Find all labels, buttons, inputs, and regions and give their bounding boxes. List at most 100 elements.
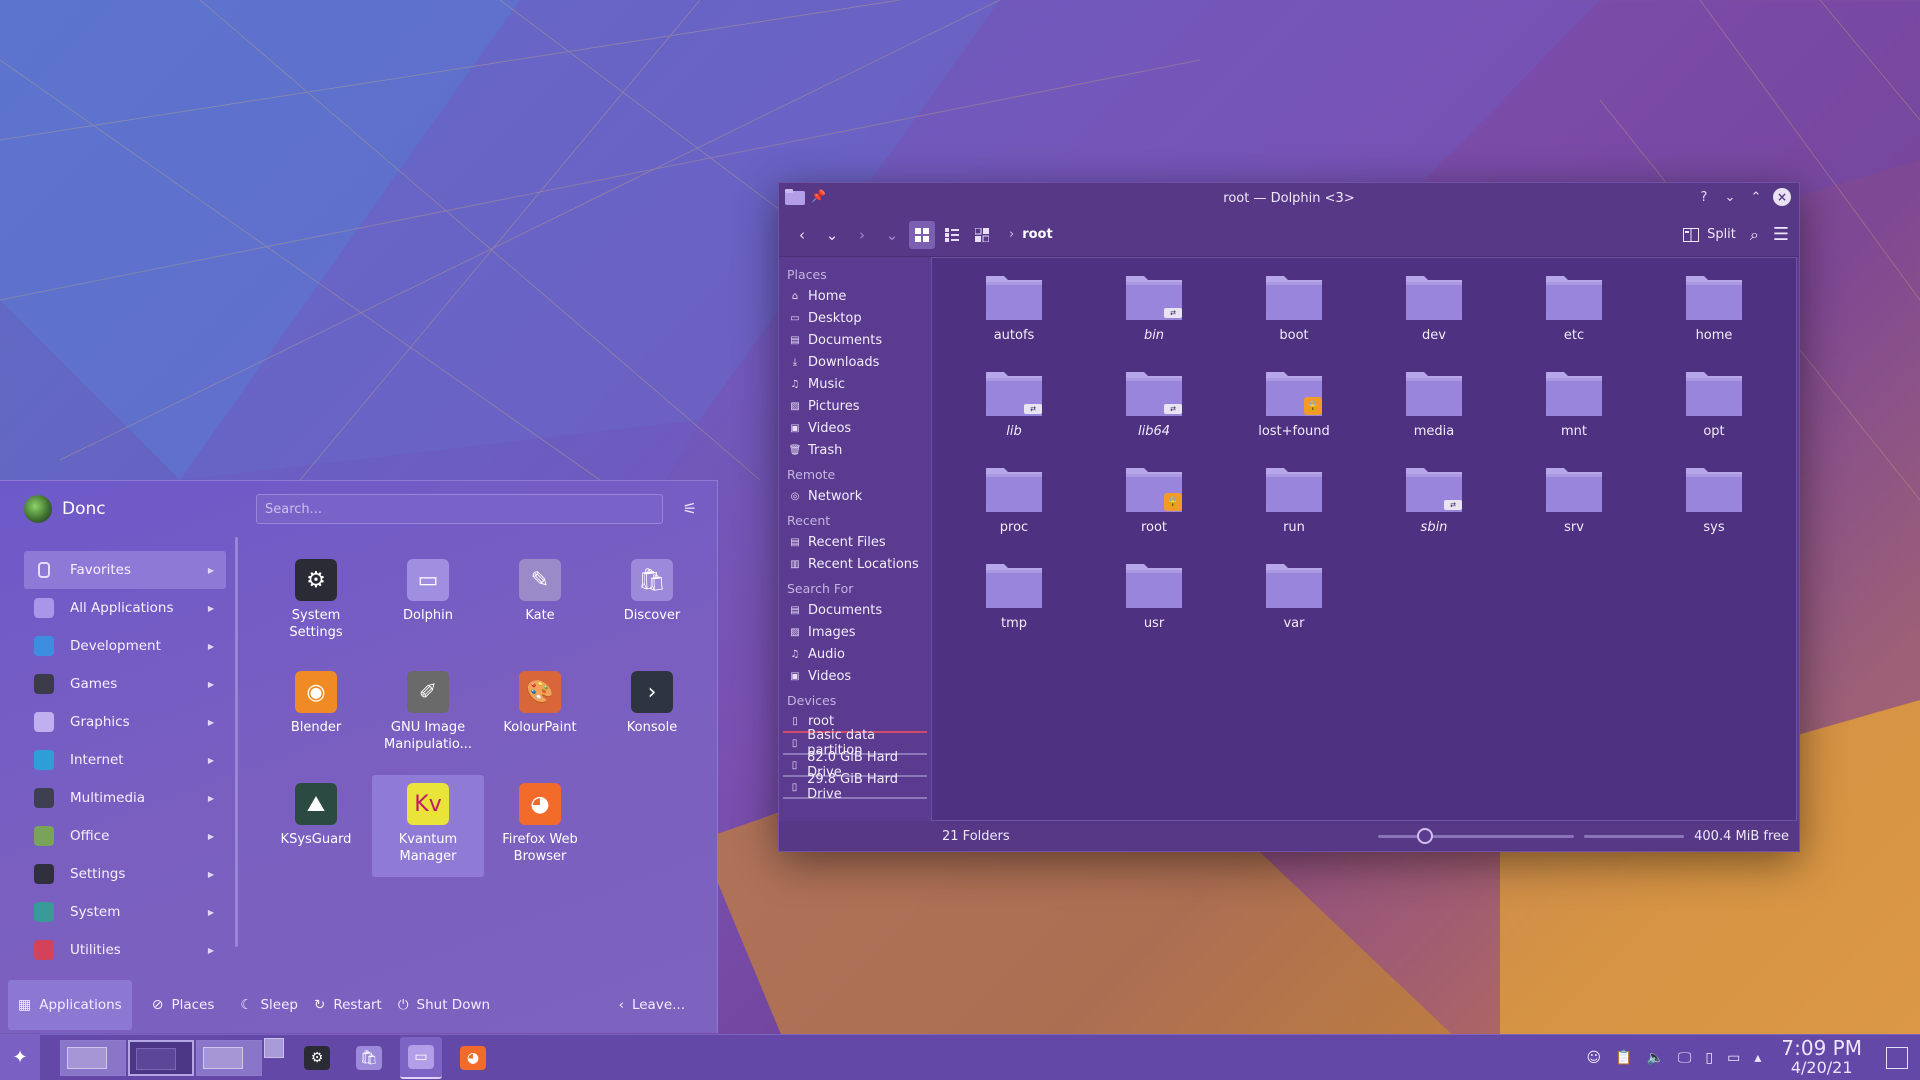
- folder-item[interactable]: autofs: [944, 270, 1084, 352]
- app-tile[interactable]: ✐ GNU Image Manipulatio...: [372, 663, 484, 765]
- close-icon[interactable]: ×: [1773, 188, 1791, 206]
- dolphin-task[interactable]: ▭: [400, 1036, 442, 1079]
- places-item[interactable]: ▯ 29.8 GiB Hard Drive: [783, 772, 927, 802]
- folder-item[interactable]: ⇄ bin: [1084, 270, 1224, 352]
- places-item[interactable]: ▥ Recent Locations: [783, 553, 927, 575]
- places-item[interactable]: 🗑 Trash: [783, 439, 927, 461]
- icons-view-icon[interactable]: [909, 220, 935, 249]
- accessibility-icon[interactable]: ☺: [1586, 1050, 1601, 1066]
- folder-item[interactable]: home: [1644, 270, 1784, 352]
- category-item[interactable]: All Applications ▶: [24, 589, 226, 627]
- minimize-icon[interactable]: ⌄: [1721, 188, 1739, 206]
- folder-item[interactable]: dev: [1364, 270, 1504, 352]
- category-item[interactable]: Utilities ▶: [24, 931, 226, 969]
- folder-item[interactable]: ⇄ sbin: [1364, 462, 1504, 544]
- tray-expand-icon[interactable]: ▴: [1754, 1050, 1761, 1066]
- category-item[interactable]: Multimedia ▶: [24, 779, 226, 817]
- app-tile[interactable]: ◕ Firefox Web Browser: [484, 775, 596, 877]
- show-desktop-button[interactable]: [1886, 1046, 1908, 1069]
- back-history-chevron-icon[interactable]: ⌄: [819, 221, 845, 249]
- desktop-1[interactable]: [60, 1039, 126, 1076]
- details-view-icon[interactable]: [969, 221, 995, 249]
- network-icon[interactable]: 🖵: [1678, 1050, 1692, 1066]
- desktop-3[interactable]: [196, 1039, 262, 1076]
- search-input[interactable]: [256, 494, 663, 524]
- display-icon[interactable]: ▭: [1727, 1050, 1740, 1066]
- pin-icon[interactable]: 📌: [811, 189, 826, 203]
- places-item[interactable]: ◎ Network: [783, 485, 927, 507]
- folder-item[interactable]: ⇄ lib64: [1084, 366, 1224, 448]
- battery-icon[interactable]: ▯: [1705, 1050, 1713, 1066]
- folder-item[interactable]: opt: [1644, 366, 1784, 448]
- restart-button[interactable]: ↻ Restart: [314, 997, 382, 1013]
- shutdown-button[interactable]: ⏻ Shut Down: [398, 997, 490, 1013]
- dolphin-titlebar[interactable]: 📌 root — Dolphin <3> ? ⌄ ⌃ ×: [779, 183, 1799, 213]
- sleep-button[interactable]: ☾ Sleep: [240, 997, 298, 1013]
- places-item[interactable]: ♫ Audio: [783, 643, 927, 665]
- app-tile[interactable]: ⚙ System Settings: [260, 551, 372, 653]
- folder-item[interactable]: boot: [1224, 270, 1364, 352]
- category-item[interactable]: System ▶: [24, 893, 226, 931]
- firefox-task[interactable]: ◕: [452, 1037, 494, 1079]
- places-item[interactable]: ▭ Desktop: [783, 307, 927, 329]
- hamburger-menu-icon[interactable]: ☰: [1773, 224, 1789, 245]
- zoom-slider-handle[interactable]: [1417, 827, 1434, 844]
- search-icon[interactable]: ⌕: [1750, 225, 1759, 245]
- folder-item[interactable]: run: [1224, 462, 1364, 544]
- file-view[interactable]: autofs ⇄ bin boot dev etc home ⇄ lib ⇄ l…: [931, 257, 1797, 821]
- clipboard-icon[interactable]: 📋: [1615, 1050, 1632, 1066]
- launcher-button[interactable]: ✦: [0, 1034, 40, 1080]
- system-settings-task[interactable]: ⚙: [296, 1037, 338, 1079]
- category-item[interactable]: Favorites ▶: [24, 551, 226, 589]
- app-tile[interactable]: ✎ Kate: [484, 551, 596, 653]
- places-item[interactable]: ▤ Recent Files: [783, 531, 927, 553]
- folder-item[interactable]: var: [1224, 558, 1364, 640]
- leave-button[interactable]: ‹ Leave...: [619, 997, 685, 1013]
- folder-item[interactable]: 🔒 lost+found: [1224, 366, 1364, 448]
- desktop-4[interactable]: [264, 1037, 284, 1058]
- places-item[interactable]: ▤ Documents: [783, 329, 927, 351]
- maximize-icon[interactable]: ⌃: [1747, 188, 1765, 206]
- discover-task[interactable]: 🛍: [348, 1037, 390, 1079]
- digital-clock[interactable]: 7:09 PM 4/20/21: [1781, 1038, 1862, 1077]
- volume-icon[interactable]: 🔈: [1646, 1050, 1663, 1066]
- filter-settings-icon[interactable]: ⚟: [683, 499, 697, 518]
- places-item[interactable]: ▣ Videos: [783, 665, 927, 687]
- tab-applications[interactable]: ▦ Applications: [8, 980, 132, 1030]
- zoom-slider[interactable]: [1378, 827, 1575, 844]
- places-item[interactable]: ♫ Music: [783, 373, 927, 395]
- folder-item[interactable]: proc: [944, 462, 1084, 544]
- folder-item[interactable]: tmp: [944, 558, 1084, 640]
- places-item[interactable]: ▤ Documents: [783, 599, 927, 621]
- folder-item[interactable]: srv: [1504, 462, 1644, 544]
- app-tile[interactable]: Kv Kvantum Manager: [372, 775, 484, 877]
- places-item[interactable]: ▣ Videos: [783, 417, 927, 439]
- forward-history-chevron-icon[interactable]: ⌄: [879, 221, 905, 249]
- category-item[interactable]: Graphics ▶: [24, 703, 226, 741]
- category-item[interactable]: Internet ▶: [24, 741, 226, 779]
- folder-item[interactable]: sys: [1644, 462, 1784, 544]
- tab-places[interactable]: ⊘ Places: [142, 980, 225, 1030]
- folder-item[interactable]: ⇄ lib: [944, 366, 1084, 448]
- category-item[interactable]: Development ▶: [24, 627, 226, 665]
- folder-item[interactable]: etc: [1504, 270, 1644, 352]
- app-tile[interactable]: ⛰ KSysGuard: [260, 775, 372, 877]
- places-item[interactable]: ▨ Images: [783, 621, 927, 643]
- category-item[interactable]: Games ▶: [24, 665, 226, 703]
- category-scrollbar[interactable]: [235, 537, 238, 947]
- app-tile[interactable]: 🛍 Discover: [596, 551, 708, 653]
- folder-item[interactable]: mnt: [1504, 366, 1644, 448]
- app-tile[interactable]: › Konsole: [596, 663, 708, 765]
- category-item[interactable]: Office ▶: [24, 817, 226, 855]
- folder-item[interactable]: media: [1364, 366, 1504, 448]
- split-button[interactable]: Split: [1683, 227, 1736, 242]
- places-item[interactable]: ⌂ Home: [783, 285, 927, 307]
- back-icon[interactable]: ‹: [789, 221, 815, 249]
- category-item[interactable]: Settings ▶: [24, 855, 226, 893]
- app-tile[interactable]: 🎨 KolourPaint: [484, 663, 596, 765]
- app-tile[interactable]: ◉ Blender: [260, 663, 372, 765]
- avatar[interactable]: [24, 495, 52, 523]
- breadcrumb-root[interactable]: root: [1022, 227, 1053, 242]
- places-item[interactable]: ▨ Pictures: [783, 395, 927, 417]
- folder-item[interactable]: 🔒 root: [1084, 462, 1224, 544]
